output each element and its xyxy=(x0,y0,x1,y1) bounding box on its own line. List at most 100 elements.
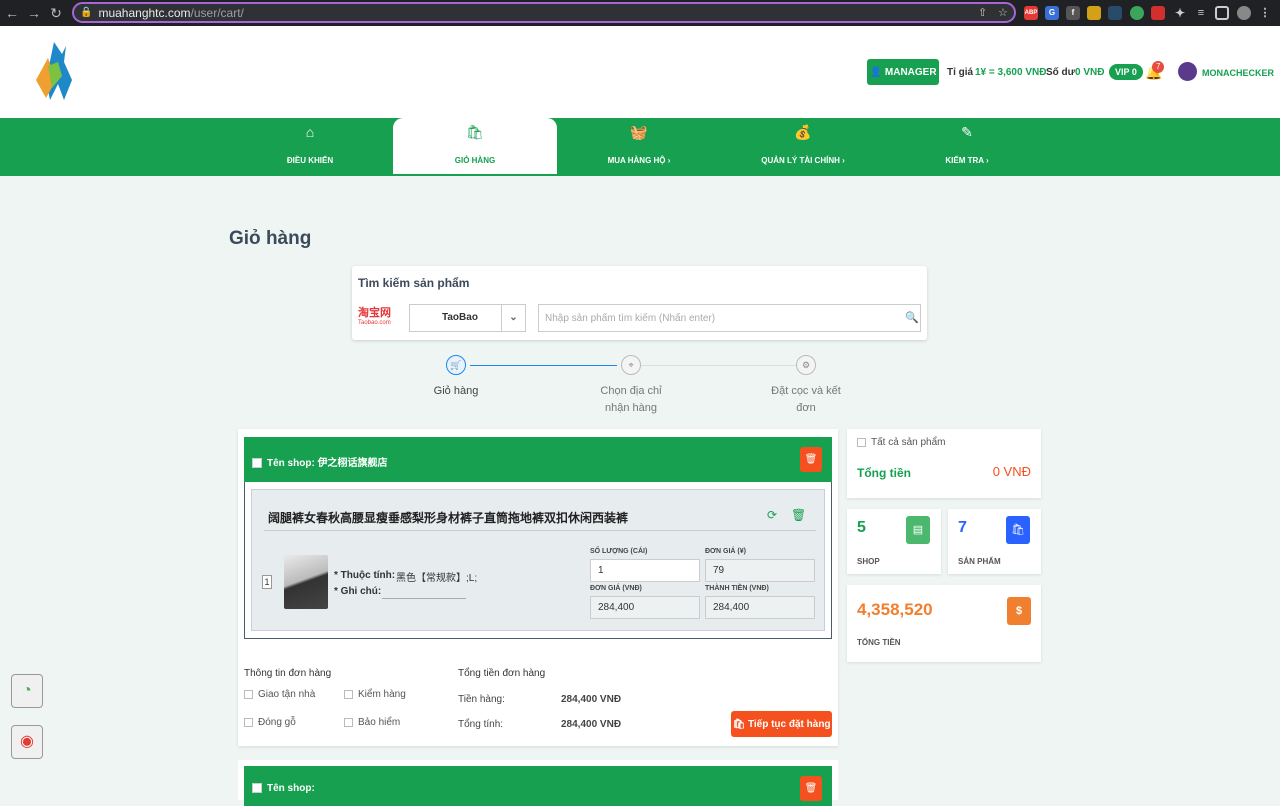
lock-icon: 🔒 xyxy=(80,7,93,18)
chrome-icon[interactable]: ◉ xyxy=(11,725,43,759)
shop-count-card: 5 SHOP ▤ xyxy=(847,509,941,574)
continue-order-button[interactable]: 🛍 Tiếp tục đặt hàng xyxy=(731,711,832,737)
address-bar[interactable]: 🔒 muahanghtc.com/user/cart/ ⇧ ☆ xyxy=(72,2,1016,23)
note-field[interactable] xyxy=(382,598,466,599)
adblock-extension-icon[interactable]: ABP xyxy=(1024,6,1038,20)
product-item: 阔腿裤女春秋高腰显瘦垂感梨形身材裤子直筒拖地裤双扣休闲西装裤 ⟳ 🗑 1 * T… xyxy=(244,482,832,639)
nav-item-dashboard[interactable]: ⌂ ĐIỀU KHIỂN xyxy=(228,118,392,176)
shop-checkbox[interactable] xyxy=(252,458,262,469)
nav-label: MUA HÀNG HỘ › xyxy=(607,156,671,165)
shop-count-label: SHOP xyxy=(857,557,880,566)
shop-count: 5 xyxy=(857,519,866,536)
option-wooden-crate[interactable]: Đóng gỗ xyxy=(244,717,296,728)
shop-checkbox[interactable] xyxy=(252,783,262,794)
site-logo[interactable] xyxy=(32,40,76,102)
attribute-value: 黑色【常规款】;L; xyxy=(396,573,478,584)
step-address: Chọn địa chỉ nhận hàng xyxy=(600,385,662,414)
chevron-down-icon: ⌄ xyxy=(501,305,525,331)
site-select-value: TaoBao xyxy=(442,312,478,323)
home-icon: ⌂ xyxy=(305,124,315,140)
goods-amount-label: Tiền hàng: xyxy=(458,694,505,705)
goods-amount-value: 284,400 VNĐ xyxy=(561,694,622,705)
divider xyxy=(264,530,816,531)
balance-value: 0 VNĐ xyxy=(1075,67,1105,78)
order-info-label: Thông tin đơn hàng xyxy=(244,668,332,679)
total-price-vnd-field: 284,400 xyxy=(705,596,815,619)
checkbox[interactable] xyxy=(344,717,353,727)
trash-icon[interactable]: 🗑 xyxy=(791,508,806,522)
forward-icon[interactable]: → xyxy=(24,5,44,21)
profile-avatar-icon[interactable] xyxy=(1237,6,1251,20)
refresh-icon[interactable]: ⟳ xyxy=(767,508,777,522)
cart-step-icon: 🛒 xyxy=(446,355,466,375)
note-extension-icon[interactable] xyxy=(1087,6,1101,20)
username-link[interactable]: MONACHECKER xyxy=(1202,68,1274,78)
share-icon[interactable]: ⇧ xyxy=(978,6,987,19)
product-thumbnail[interactable] xyxy=(284,555,328,609)
quantity-input[interactable]: 1 xyxy=(590,559,700,582)
delete-shop-button[interactable]: 🗑 xyxy=(800,776,822,801)
checkbox[interactable] xyxy=(244,717,253,727)
manager-button[interactable]: 👤 MANAGER xyxy=(867,59,939,85)
search-icon[interactable]: 🔍 xyxy=(905,311,919,324)
back-icon[interactable]: ← xyxy=(2,5,22,21)
cart-summary: Tất cả sản phẩm Tổng tiền 0 VNĐ xyxy=(847,429,1041,498)
manager-label: MANAGER xyxy=(884,66,937,78)
checkbox[interactable] xyxy=(857,437,866,447)
trash-icon: 🗑 xyxy=(804,454,818,465)
checkbox[interactable] xyxy=(244,689,253,699)
red-extension-icon[interactable] xyxy=(1151,6,1165,20)
shop-name[interactable]: Tên shop: 伊之栩话旗舰店 xyxy=(252,454,388,469)
nav-label: QUẢN LÝ TÀI CHÍNH › xyxy=(761,156,845,165)
app-launcher-icon[interactable]: ◔ xyxy=(11,674,43,708)
payment-step-icon: ⚙ xyxy=(796,355,816,375)
search-title: Tìm kiếm sản phẩm xyxy=(358,276,470,290)
bookmark-star-icon[interactable]: ☆ xyxy=(998,6,1008,19)
vip-badge: VIP 0 xyxy=(1109,64,1143,80)
step-deposit: Đặt cọc và kết đơn xyxy=(771,385,841,414)
unit-price-vnd-field: 284,400 xyxy=(590,596,700,619)
nav-item-check[interactable]: ✎ KIỂM TRA › xyxy=(885,118,1049,176)
checkbox[interactable] xyxy=(344,689,353,699)
item-index: 1 xyxy=(262,575,272,589)
select-all-products[interactable]: Tất cả sản phẩm xyxy=(857,437,945,448)
nav-item-finance[interactable]: 💰 QUẢN LÝ TÀI CHÍNH › xyxy=(721,118,885,176)
order-total-sum-value: 284,400 VNĐ xyxy=(561,719,622,730)
browser-toolbar: ← → ↻ 🔒 muahanghtc.com/user/cart/ ⇧ ☆ AB… xyxy=(0,0,1280,26)
nav-item-purchase[interactable]: 🧺 MUA HÀNG HỘ › xyxy=(557,118,721,176)
shop-header: Tên shop: 🗑 xyxy=(244,766,832,806)
step-connector xyxy=(470,365,617,366)
user-avatar[interactable] xyxy=(1178,62,1197,81)
formula-extension-icon[interactable]: f xyxy=(1066,6,1080,20)
translate-extension-icon[interactable]: G xyxy=(1045,6,1059,20)
search-input[interactable] xyxy=(538,304,921,332)
nav-item-cart[interactable]: 🛍 GIỎ HÀNG xyxy=(393,118,557,174)
react-extension-icon[interactable] xyxy=(1108,6,1122,20)
order-total-sum-label: Tổng tính: xyxy=(458,719,504,730)
delete-shop-button[interactable]: 🗑 xyxy=(800,447,822,472)
sidebar-icon[interactable] xyxy=(1215,6,1229,20)
option-inspection[interactable]: Kiểm hàng xyxy=(344,689,406,700)
shop-header: Tên shop: 伊之栩话旗舰店 🗑 xyxy=(244,437,832,482)
grand-total-value: 4,358,520 xyxy=(857,600,933,619)
total-price-vnd-label: THÀNH TIỀN (VNĐ) xyxy=(705,585,769,592)
reading-list-icon[interactable]: ≡ xyxy=(1194,6,1208,20)
reload-icon[interactable]: ↻ xyxy=(46,5,66,22)
shopping-bag-icon: 🛍 xyxy=(1006,516,1030,544)
trash-icon: 🗑 xyxy=(804,783,818,794)
step-connector xyxy=(640,365,797,366)
puzzle-icon[interactable]: ✦ xyxy=(1173,6,1187,20)
product-name[interactable]: 阔腿裤女春秋高腰显瘦垂感梨形身材裤子直筒拖地裤双扣休闲西装裤 xyxy=(268,509,628,526)
site-select[interactable]: TaoBao ⌄ xyxy=(409,304,526,332)
shop-name[interactable]: Tên shop: xyxy=(252,783,315,794)
option-insurance[interactable]: Bảo hiểm xyxy=(344,717,400,728)
product-count: 7 xyxy=(958,519,967,536)
green-extension-icon[interactable] xyxy=(1130,6,1144,20)
nav-label: KIỂM TRA › xyxy=(945,156,989,165)
summary-total-label: Tổng tiền xyxy=(857,466,911,480)
option-home-delivery[interactable]: Giao tận nhà xyxy=(244,689,315,700)
more-icon[interactable]: ⋮ xyxy=(1258,6,1272,20)
store-icon: ▤ xyxy=(906,516,930,544)
dollar-icon: $ xyxy=(1007,597,1031,625)
nav-label: GIỎ HÀNG xyxy=(454,156,496,165)
